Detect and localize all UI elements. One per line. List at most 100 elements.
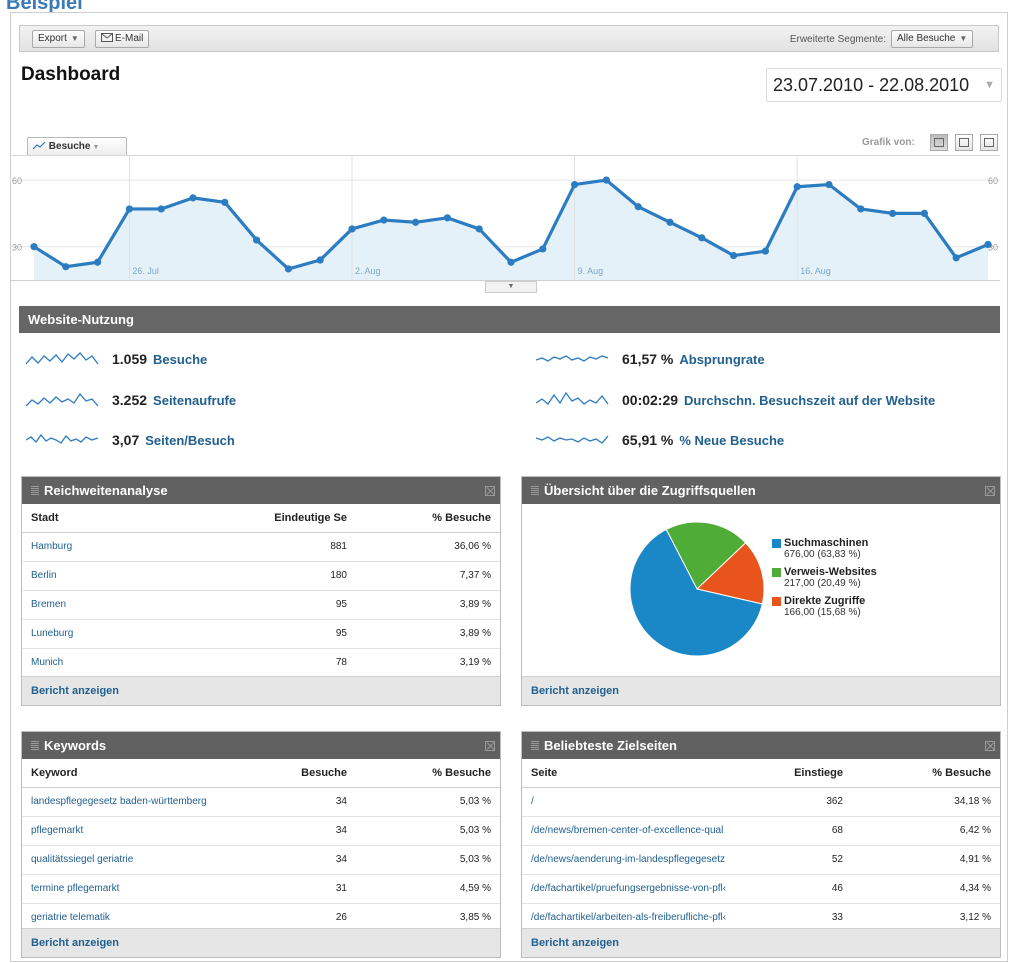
drag-handle-icon[interactable] xyxy=(531,741,539,750)
table-cell: 78 xyxy=(250,648,356,678)
column-header[interactable]: Eindeutige Se xyxy=(250,504,356,533)
export-button[interactable]: Export ▼ xyxy=(32,30,85,48)
website-usage-header: Website-Nutzung xyxy=(19,306,1000,333)
column-header[interactable]: % Besuche xyxy=(852,759,1000,788)
table-cell: 36,06 % xyxy=(356,532,500,562)
view-report-link[interactable]: Bericht anzeigen xyxy=(22,928,500,957)
data-point xyxy=(920,209,929,217)
keywords-panel: Keywords Keyword Besuche % Besuche lande… xyxy=(21,731,501,958)
table-cell: 3,19 % xyxy=(356,648,500,678)
city-link[interactable]: Bremen xyxy=(22,590,250,620)
city-link[interactable]: Munich xyxy=(22,648,250,678)
metric-pageviews[interactable]: 3.252 Seitenaufrufe xyxy=(26,388,236,412)
reach-table: Stadt Eindeutige Se % Besuche Hamburg 88… xyxy=(22,504,500,678)
table-row: /de/news/aenderung-im-landespflegegesetz… xyxy=(522,845,1000,875)
column-header[interactable]: Besuche xyxy=(250,759,356,788)
data-point xyxy=(952,254,960,262)
page-link[interactable]: /de/news/bremen-center-of-excellence-qua… xyxy=(522,816,758,846)
column-header[interactable]: Seite xyxy=(522,759,758,788)
close-icon[interactable] xyxy=(985,741,995,751)
keyword-link[interactable]: termine pflegemarkt xyxy=(22,874,250,904)
panel-header[interactable]: Keywords xyxy=(22,732,500,759)
table-cell: 7,37 % xyxy=(356,561,500,591)
view-month-button[interactable] xyxy=(980,134,998,151)
sparkline-icon xyxy=(26,433,99,444)
metric-value: 3.252 xyxy=(112,392,148,408)
panel-header[interactable]: Übersicht über die Zugriffsquellen xyxy=(522,477,1000,504)
panel-header[interactable]: Reichweitenanalyse xyxy=(22,477,500,504)
page-link[interactable]: / xyxy=(522,787,758,817)
dashboard-title: Dashboard xyxy=(21,64,121,85)
metric-value: 61,57 % xyxy=(622,351,674,367)
metric-label: Seitenaufrufe xyxy=(153,392,237,408)
date-range-picker[interactable]: 23.07.2010 - 22.08.2010 ▼ xyxy=(766,68,1002,102)
data-point xyxy=(666,218,674,226)
metric-value: 65,91 % xyxy=(622,432,674,448)
legend-swatch xyxy=(772,567,781,577)
drag-handle-icon[interactable] xyxy=(531,486,539,495)
legend-swatch xyxy=(772,596,781,606)
keyword-link[interactable]: qualitätssiegel geriatrie xyxy=(22,845,250,875)
table-cell: 68 xyxy=(758,816,852,846)
metric-new-visits[interactable]: 65,91 % % Neue Besuche xyxy=(536,428,784,452)
close-icon[interactable] xyxy=(985,486,995,496)
segments-label: Erweiterte Segmente: xyxy=(789,34,886,45)
legend-item[interactable]: Verweis-Websites 217,00 (20,49 %) xyxy=(772,566,877,589)
legend-value: 676,00 (63,83 %) xyxy=(784,549,861,560)
table-row: qualitätssiegel geriatrie 34 5,03 % xyxy=(22,845,500,875)
view-report-link[interactable]: Bericht anzeigen xyxy=(522,928,1000,957)
data-point xyxy=(284,265,292,273)
legend-item[interactable]: Suchmaschinen 676,00 (63,83 %) xyxy=(772,537,877,560)
segments-select[interactable]: Alle Besuche ▼ xyxy=(891,30,974,48)
data-point xyxy=(984,240,992,249)
column-header[interactable]: Keyword xyxy=(22,759,250,788)
legend-item[interactable]: Direkte Zugriffe 166,00 (15,68 %) xyxy=(772,595,877,618)
table-cell: 881 xyxy=(250,532,356,562)
drag-handle-icon[interactable] xyxy=(31,486,39,495)
toolbar: Export ▼ E-Mail Erweiterte Segmente: Alle… xyxy=(19,25,999,52)
table-header-row: Seite Einstiege % Besuche xyxy=(522,759,1000,788)
x-tick-label: 26. Jul xyxy=(132,266,159,276)
column-header[interactable]: % Besuche xyxy=(356,759,500,788)
metric-label: Seiten/Besuch xyxy=(145,432,235,448)
data-point xyxy=(412,218,420,226)
column-header[interactable]: % Besuche xyxy=(356,504,500,533)
chart-collapse-toggle[interactable]: ▼ xyxy=(485,281,537,293)
view-report-link[interactable]: Bericht anzeigen xyxy=(522,676,1000,705)
data-point xyxy=(380,216,388,224)
table-header-row: Keyword Besuche % Besuche xyxy=(22,759,500,788)
view-day-button[interactable] xyxy=(930,134,948,151)
data-point xyxy=(571,180,579,189)
close-icon[interactable] xyxy=(485,741,495,751)
city-link[interactable]: Luneburg xyxy=(22,619,250,649)
envelope-icon xyxy=(101,33,113,42)
panel-header[interactable]: Beliebteste Zielseiten xyxy=(522,732,1000,759)
email-button[interactable]: E-Mail xyxy=(95,30,150,48)
data-point xyxy=(221,198,229,206)
keyword-link[interactable]: landespflegegesetz baden-württemberg xyxy=(22,787,250,817)
view-week-button[interactable] xyxy=(955,134,973,151)
keyword-link[interactable]: pflegemarkt xyxy=(22,816,250,846)
y-tick-label: 60 xyxy=(12,176,22,186)
column-header[interactable]: Stadt xyxy=(22,504,250,533)
metric-visits[interactable]: 1.059 Besuche xyxy=(26,347,207,371)
export-label: Export xyxy=(38,33,67,44)
column-header[interactable]: Einstiege xyxy=(758,759,852,788)
page-link[interactable]: /de/news/aenderung-im-landespflegegesetz xyxy=(522,845,758,875)
metric-selector-tab[interactable]: Besuche ▼ xyxy=(27,137,127,156)
data-point xyxy=(889,209,897,217)
table-cell: 6,42 % xyxy=(852,816,1000,846)
metric-pages-per-visit[interactable]: 3,07 Seiten/Besuch xyxy=(26,428,235,452)
city-link[interactable]: Berlin xyxy=(22,561,250,591)
city-link[interactable]: Hamburg xyxy=(22,532,250,562)
view-report-link[interactable]: Bericht anzeigen xyxy=(22,676,500,705)
metric-avg-time[interactable]: 00:02:29 Durchschn. Besuchszeit auf der … xyxy=(536,388,935,412)
page-link[interactable]: /de/fachartikel/pruefungsergebnisse-von-… xyxy=(522,874,758,904)
reach-panel: Reichweitenanalyse Stadt Eindeutige Se %… xyxy=(21,476,501,706)
close-icon[interactable] xyxy=(485,486,495,496)
drag-handle-icon[interactable] xyxy=(31,741,39,750)
metric-bounce-rate[interactable]: 61,57 % Absprungrate xyxy=(536,347,765,371)
table-cell: 5,03 % xyxy=(356,787,500,817)
sparkline-icon xyxy=(26,352,99,365)
traffic-sources-panel: Übersicht über die Zugriffsquellen Suchm… xyxy=(521,476,1001,706)
